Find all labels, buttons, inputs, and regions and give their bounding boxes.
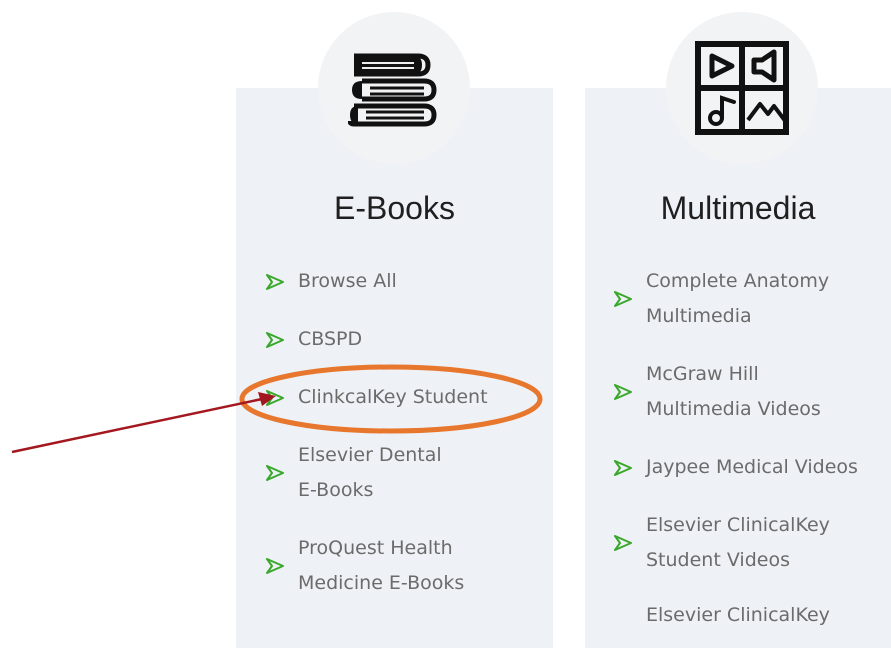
link-label: Browse All: [298, 270, 397, 292]
multimedia-link-mcgraw-hill[interactable]: McGraw Hill Multimedia Videos: [614, 357, 821, 427]
link-label: ClinkcalKey Student: [298, 386, 488, 408]
multimedia-link-clinicalkey-partial[interactable]: Elsevier ClinicalKey: [646, 598, 830, 633]
link-label-line-1: ProQuest Health: [298, 537, 453, 559]
link-label-line-2: E-Books: [298, 479, 374, 501]
link-label-line-2: Multimedia: [646, 305, 752, 327]
multimedia-link-complete-anatomy[interactable]: Complete Anatomy Multimedia: [614, 264, 829, 334]
arrow-right-icon: [266, 465, 284, 481]
arrow-right-icon: [266, 389, 284, 406]
link-label-line-1: Complete Anatomy: [646, 270, 830, 292]
link-label-line-1: McGraw Hill: [646, 363, 759, 385]
arrow-right-icon: [614, 535, 632, 551]
arrow-right-icon: [266, 558, 284, 574]
link-label-line-2: Multimedia Videos: [646, 398, 821, 420]
pointer-arrow-line: [11, 397, 263, 454]
arrow-right-icon: [614, 384, 632, 400]
multimedia-link-clinicalkey-student-videos[interactable]: Elsevier ClinicalKey Student Videos: [614, 508, 830, 578]
multimedia-title: Multimedia: [660, 190, 816, 226]
arrow-right-icon: [614, 291, 632, 307]
multimedia-link-jaypee-videos[interactable]: Jaypee Medical Videos: [614, 450, 858, 485]
ebooks-link-proquest-health[interactable]: ProQuest Health Medicine E-Books: [266, 531, 464, 601]
link-label: CBSPD: [298, 328, 363, 350]
ebooks-link-browse-all[interactable]: Browse All: [266, 264, 397, 299]
ebooks-link-elsevier-dental[interactable]: Elsevier Dental E-Books: [266, 438, 442, 508]
link-label: Jaypee Medical Videos: [646, 456, 858, 478]
link-label-line-1: Elsevier ClinicalKey: [646, 514, 830, 536]
multimedia-grid-icon: [695, 41, 789, 135]
arrow-right-icon: [266, 273, 284, 290]
link-label-line-2: Student Videos: [646, 549, 790, 571]
ebooks-link-cbspd[interactable]: CBSPD: [266, 322, 362, 357]
multimedia-icon-circle: [666, 12, 818, 164]
ebooks-icon-circle: [318, 12, 470, 164]
arrow-right-icon: [266, 331, 284, 348]
link-label-line-2: Medicine E-Books: [298, 572, 465, 594]
link-label-line-1: Elsevier Dental: [298, 444, 442, 466]
link-label: Elsevier ClinicalKey: [646, 604, 830, 626]
books-stack-icon: [348, 53, 437, 127]
ebooks-link-clinicalkey-student[interactable]: ClinkcalKey Student: [266, 380, 488, 415]
arrow-right-icon: [614, 459, 632, 476]
ebooks-title: E-Books: [334, 190, 455, 226]
